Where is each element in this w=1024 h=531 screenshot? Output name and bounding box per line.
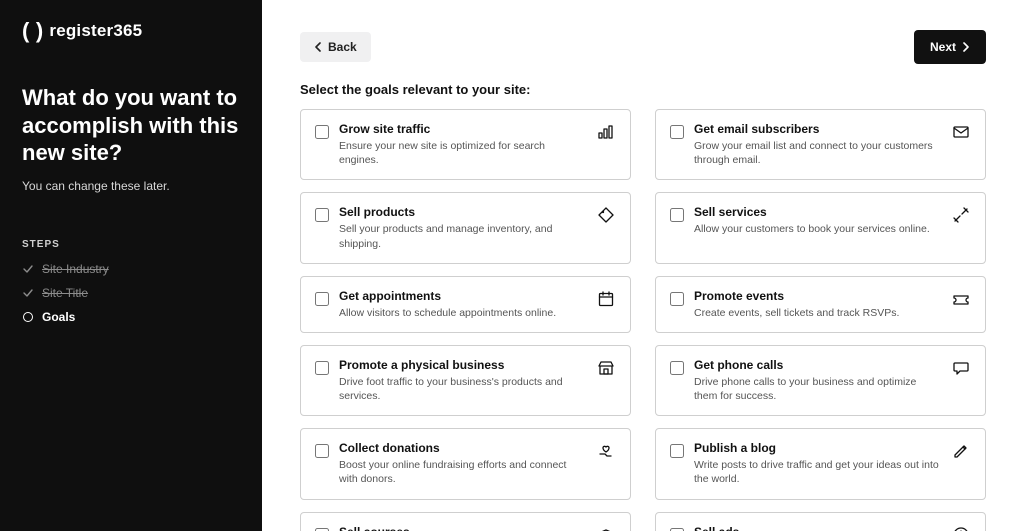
step-1: Site Title — [22, 286, 240, 300]
goal-checkbox[interactable] — [315, 208, 329, 222]
goal-text: Collect donations Boost your online fundr… — [339, 441, 586, 486]
goal-description: Allow visitors to schedule appointments … — [339, 306, 586, 320]
goal-card[interactable]: Sell adsPlace ads on your site for other… — [655, 512, 986, 531]
goal-checkbox[interactable] — [315, 528, 329, 531]
logo-mark: ( ) — [22, 18, 43, 44]
goal-checkbox[interactable] — [670, 292, 684, 306]
step-label: Site Title — [42, 286, 88, 300]
sidebar: ( ) register365 What do you want to acco… — [0, 0, 262, 531]
top-bar: Back Next — [262, 0, 1024, 82]
steps-heading: STEPS — [22, 239, 240, 250]
goal-card[interactable]: Sell services Allow your customers to boo… — [655, 192, 986, 263]
content-area: Select the goals relevant to your site: … — [262, 82, 1024, 531]
chevron-left-icon — [314, 42, 324, 52]
goal-title: Grow site traffic — [339, 122, 586, 136]
goal-text: Sell services Allow your customers to boo… — [694, 205, 941, 236]
main: Back Next Select the goals relevant to y… — [262, 0, 1024, 531]
brand-text: register365 — [49, 21, 142, 41]
ticket-icon — [951, 289, 971, 309]
goal-checkbox[interactable] — [670, 361, 684, 375]
goal-description: Ensure your new site is optimized for se… — [339, 139, 586, 167]
hand-heart-icon — [596, 441, 616, 461]
tools-icon — [951, 205, 971, 225]
storefront-icon — [596, 358, 616, 378]
goal-description: Grow your email list and connect to your… — [694, 139, 941, 167]
goal-description: Create events, sell tickets and track RS… — [694, 306, 941, 320]
goal-checkbox[interactable] — [670, 208, 684, 222]
brand-logo: ( ) register365 — [22, 18, 240, 44]
circle-icon — [22, 311, 34, 323]
goal-checkbox[interactable] — [315, 292, 329, 306]
goal-title: Promote events — [694, 289, 941, 303]
bar-chart-icon — [596, 122, 616, 142]
step-0: Site Industry — [22, 262, 240, 276]
back-button[interactable]: Back — [300, 32, 371, 62]
dollar-icon — [951, 525, 971, 531]
goal-description: Boost your online fundraising efforts an… — [339, 458, 586, 486]
goal-description: Sell your products and manage inventory,… — [339, 222, 586, 250]
step-2: Goals — [22, 310, 240, 324]
goal-text: Publish a blog Write posts to drive traff… — [694, 441, 941, 486]
goal-description: Drive phone calls to your business and o… — [694, 375, 941, 403]
back-label: Back — [328, 40, 357, 54]
goal-description: Write posts to drive traffic and get you… — [694, 458, 941, 486]
goals-grid: Grow site traffic Ensure your new site is… — [300, 109, 986, 531]
goal-title: Sell products — [339, 205, 586, 219]
page-subtitle: You can change these later. — [22, 179, 240, 193]
next-button[interactable]: Next — [914, 30, 986, 64]
goal-card[interactable]: Promote a physical business Drive foot tr… — [300, 345, 631, 416]
goal-card[interactable]: Sell products Sell your products and mana… — [300, 192, 631, 263]
goal-card[interactable]: Collect donations Boost your online fundr… — [300, 428, 631, 499]
tag-icon — [596, 205, 616, 225]
graduation-cap-icon — [596, 525, 616, 531]
step-label: Site Industry — [42, 262, 109, 276]
goal-description: Allow your customers to book your servic… — [694, 222, 941, 236]
goal-card[interactable]: Promote events Create events, sell ticket… — [655, 276, 986, 333]
steps-list: Site Industry Site Title Goals — [22, 262, 240, 324]
goal-text: Get appointments Allow visitors to schedu… — [339, 289, 586, 320]
check-icon — [22, 287, 34, 299]
goal-text: Get phone calls Drive phone calls to your… — [694, 358, 941, 403]
goal-title: Sell services — [694, 205, 941, 219]
goal-description: Drive foot traffic to your business's pr… — [339, 375, 586, 403]
chat-icon — [951, 358, 971, 378]
goal-checkbox[interactable] — [315, 361, 329, 375]
goal-title: Sell ads — [694, 525, 941, 531]
check-icon — [22, 263, 34, 275]
goal-checkbox[interactable] — [670, 528, 684, 531]
goal-text: Get email subscribers Grow your email lis… — [694, 122, 941, 167]
step-label: Goals — [42, 310, 75, 324]
page-title: What do you want to accomplish with this… — [22, 84, 240, 167]
goal-card[interactable]: Sell coursesCreate and sell impressive o… — [300, 512, 631, 531]
envelope-icon — [951, 122, 971, 142]
goal-title: Get phone calls — [694, 358, 941, 372]
goal-card[interactable]: Get appointments Allow visitors to schedu… — [300, 276, 631, 333]
chevron-right-icon — [960, 42, 970, 52]
goal-checkbox[interactable] — [315, 444, 329, 458]
goal-card[interactable]: Grow site traffic Ensure your new site is… — [300, 109, 631, 180]
next-label: Next — [930, 40, 956, 54]
goal-text: Promote events Create events, sell ticket… — [694, 289, 941, 320]
goal-title: Publish a blog — [694, 441, 941, 455]
goal-card[interactable]: Get email subscribers Grow your email lis… — [655, 109, 986, 180]
goal-title: Sell courses — [339, 525, 586, 531]
goal-text: Grow site traffic Ensure your new site is… — [339, 122, 586, 167]
goal-title: Get appointments — [339, 289, 586, 303]
goal-title: Get email subscribers — [694, 122, 941, 136]
goal-card[interactable]: Publish a blog Write posts to drive traff… — [655, 428, 986, 499]
instruction-text: Select the goals relevant to your site: — [300, 82, 986, 97]
goal-card[interactable]: Get phone calls Drive phone calls to your… — [655, 345, 986, 416]
goal-title: Promote a physical business — [339, 358, 586, 372]
calendar-icon — [596, 289, 616, 309]
goal-checkbox[interactable] — [670, 125, 684, 139]
pencil-icon — [951, 441, 971, 461]
goal-text: Sell products Sell your products and mana… — [339, 205, 586, 250]
goal-text: Sell adsPlace ads on your site for other… — [694, 525, 941, 531]
goal-text: Promote a physical business Drive foot tr… — [339, 358, 586, 403]
goal-title: Collect donations — [339, 441, 586, 455]
goal-checkbox[interactable] — [315, 125, 329, 139]
goal-checkbox[interactable] — [670, 444, 684, 458]
goal-text: Sell coursesCreate and sell impressive o… — [339, 525, 586, 531]
